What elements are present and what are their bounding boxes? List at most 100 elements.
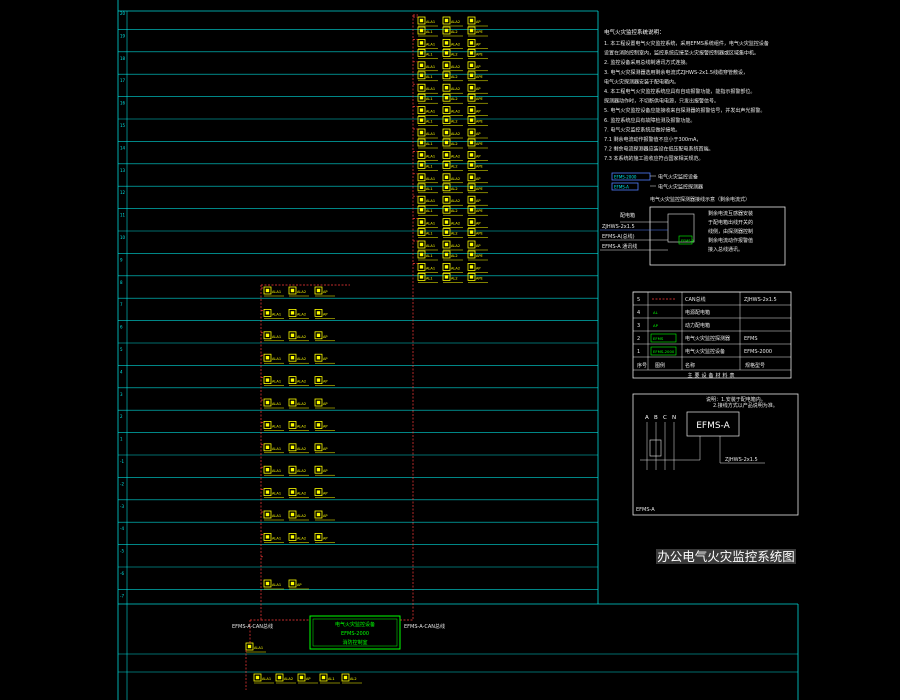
control-room-line-1: 电气火灾监控设备 (335, 621, 375, 628)
monitor-detector: AP (467, 83, 488, 94)
monitor-detector: AL2 (442, 49, 463, 59)
detector-label: ALA2 (451, 199, 460, 203)
detector-label: ALA1 (272, 492, 281, 496)
detector-label: ALA1 (272, 536, 281, 540)
monitor-detector: ALA1 (263, 443, 284, 454)
detector-label: AP (323, 290, 328, 294)
detector-label: AL2 (451, 120, 458, 124)
detector-label: AP (297, 583, 302, 587)
monitor-detector: ALA1 (263, 420, 284, 431)
monitor-detector: AP (467, 218, 488, 228)
monitor-detector: AP (288, 579, 309, 590)
fire-monitoring-system-diagram: 2019181716151413121110987654321-1-2-3-4-… (117, 0, 799, 700)
phase-label: N (672, 415, 676, 421)
legend-tag-1: EFMS-2000 (614, 175, 637, 180)
detector-label: ALA1 (272, 312, 281, 316)
floor-label: 20 (120, 11, 126, 16)
monitor-detector: AL1 (417, 160, 438, 171)
floor-label: -5 (120, 549, 124, 554)
detector-label: AL1 (426, 142, 433, 146)
monitor-detector: ALA1 (263, 533, 284, 543)
detector-label: AL2 (451, 142, 458, 146)
wiring-note: 剩余电流互感器安装 (708, 210, 753, 217)
monitor-detector: ALA2 (288, 443, 309, 454)
note-item: 2. 监控设备采用总线制通讯方式连接。 (604, 59, 690, 66)
drawing-title: 办公电气火灾监控系统图 (656, 549, 796, 564)
mt-name: CAN总线 (685, 296, 706, 303)
detector-label: APE (476, 97, 483, 101)
detector-label: AP (323, 424, 328, 428)
monitor-detector: AL1 (417, 116, 438, 126)
mt-no: 1 (637, 349, 640, 355)
detector-label: ALA2 (451, 154, 460, 158)
monitor-detector: AL1 (417, 93, 438, 104)
detector-label: APE (476, 142, 483, 146)
wiring-left-1: 配电箱 (620, 212, 635, 219)
detector-label: AP (323, 335, 328, 339)
detector-label: AP (476, 110, 481, 114)
wiring-left-3: EFMS-A(总线) (602, 233, 635, 240)
monitor-detector: AL1 (417, 138, 438, 149)
note-item: 7.1 剩余电流动作报警值不应小于300mA， (604, 136, 701, 143)
monitor-detector: ALA1 (417, 39, 438, 49)
detector-label: AP (323, 357, 328, 361)
detector-label: APE (476, 164, 483, 168)
detector-label: ALA2 (451, 244, 460, 248)
detector-label: APE (476, 120, 483, 124)
control-room: 电气火灾监控设备 EFMS-2000 消防控制室 EFMS-A-CAN总线 EF… (232, 615, 445, 650)
monitor-detector: ALA2 (288, 465, 309, 476)
wiring-schematic: 电气火灾监控探测器接线示意（剩余电流式） EFMS-A 配电箱 ZJHWS-2x… (600, 196, 786, 266)
detector-label: ALA1 (426, 244, 435, 248)
detector-label: AL1 (328, 677, 335, 681)
detector-label: ALA2 (297, 290, 306, 294)
floor-label: -1 (120, 459, 124, 464)
note-item: 7.2 剩余电流探测器应装设在低压配电系统首端。 (604, 146, 714, 153)
monitor-detector: APE (467, 26, 488, 37)
floor-label: 17 (120, 78, 126, 83)
monitor-detector: ALA2 (442, 173, 463, 184)
detector-label: AP (476, 132, 481, 136)
legend-small: EFMS-2000 电气火灾监控设备 EFMS-A 电气火灾监控探测器 (611, 172, 703, 191)
monitor-detector: ALA1 (253, 673, 274, 684)
detector-label: AP (476, 266, 481, 270)
detector-label: AL2 (451, 164, 458, 168)
monitor-detector: ALA1 (263, 376, 284, 386)
monitor-detector: AP (467, 16, 488, 27)
detector-label: AP (476, 177, 481, 181)
monitor-detector: AL1 (319, 673, 340, 684)
monitor-detector: AL2 (442, 93, 463, 104)
detector-label: ALA1 (426, 154, 435, 158)
monitor-detector: AP (314, 533, 335, 543)
monitor-detector: ALA1 (263, 308, 284, 319)
detector-label: ALA2 (297, 380, 306, 384)
floor-label: 1 (120, 437, 123, 442)
monitor-detector: AP (314, 308, 335, 319)
mt-name: 电气火灾监控探测器 (685, 335, 730, 342)
detector-label: AL2 (451, 52, 458, 56)
phase-label: B (654, 415, 658, 421)
monitor-detector: ALA2 (288, 488, 309, 498)
bus-right-label: EFMS-A-CAN总线 (404, 623, 445, 630)
monitor-detector: AL1 (417, 183, 438, 194)
monitor-detector: AP (467, 262, 488, 273)
detector-label: AL2 (451, 254, 458, 258)
monitor-detector: ALA2 (442, 218, 463, 228)
detector-label: ALA1 (426, 20, 435, 24)
detector-label: ALA1 (426, 199, 435, 203)
detector-label: APE (476, 254, 483, 258)
detector-label: ALA1 (426, 222, 435, 226)
monitor-detector: APE (467, 160, 488, 171)
monitor-detector: AL2 (442, 116, 463, 126)
detector-label: AP (323, 536, 328, 540)
detector-label: ALA2 (297, 469, 306, 473)
detector-label: ALA1 (272, 335, 281, 339)
detector-label: ALA1 (426, 266, 435, 270)
control-room-line-2: EFMS-2000 (341, 631, 369, 637)
monitor-detector: AL2 (442, 250, 463, 261)
detector-label: ALA1 (272, 357, 281, 361)
materials-row: 2 EFMS 电气火灾监控探测器 EFMS (637, 333, 758, 343)
detector-label: AL1 (426, 276, 433, 280)
detector-label: ALA2 (297, 536, 306, 540)
mt-header-symbol: 图例 (655, 362, 665, 369)
monitor-detector: AL1 (417, 49, 438, 59)
